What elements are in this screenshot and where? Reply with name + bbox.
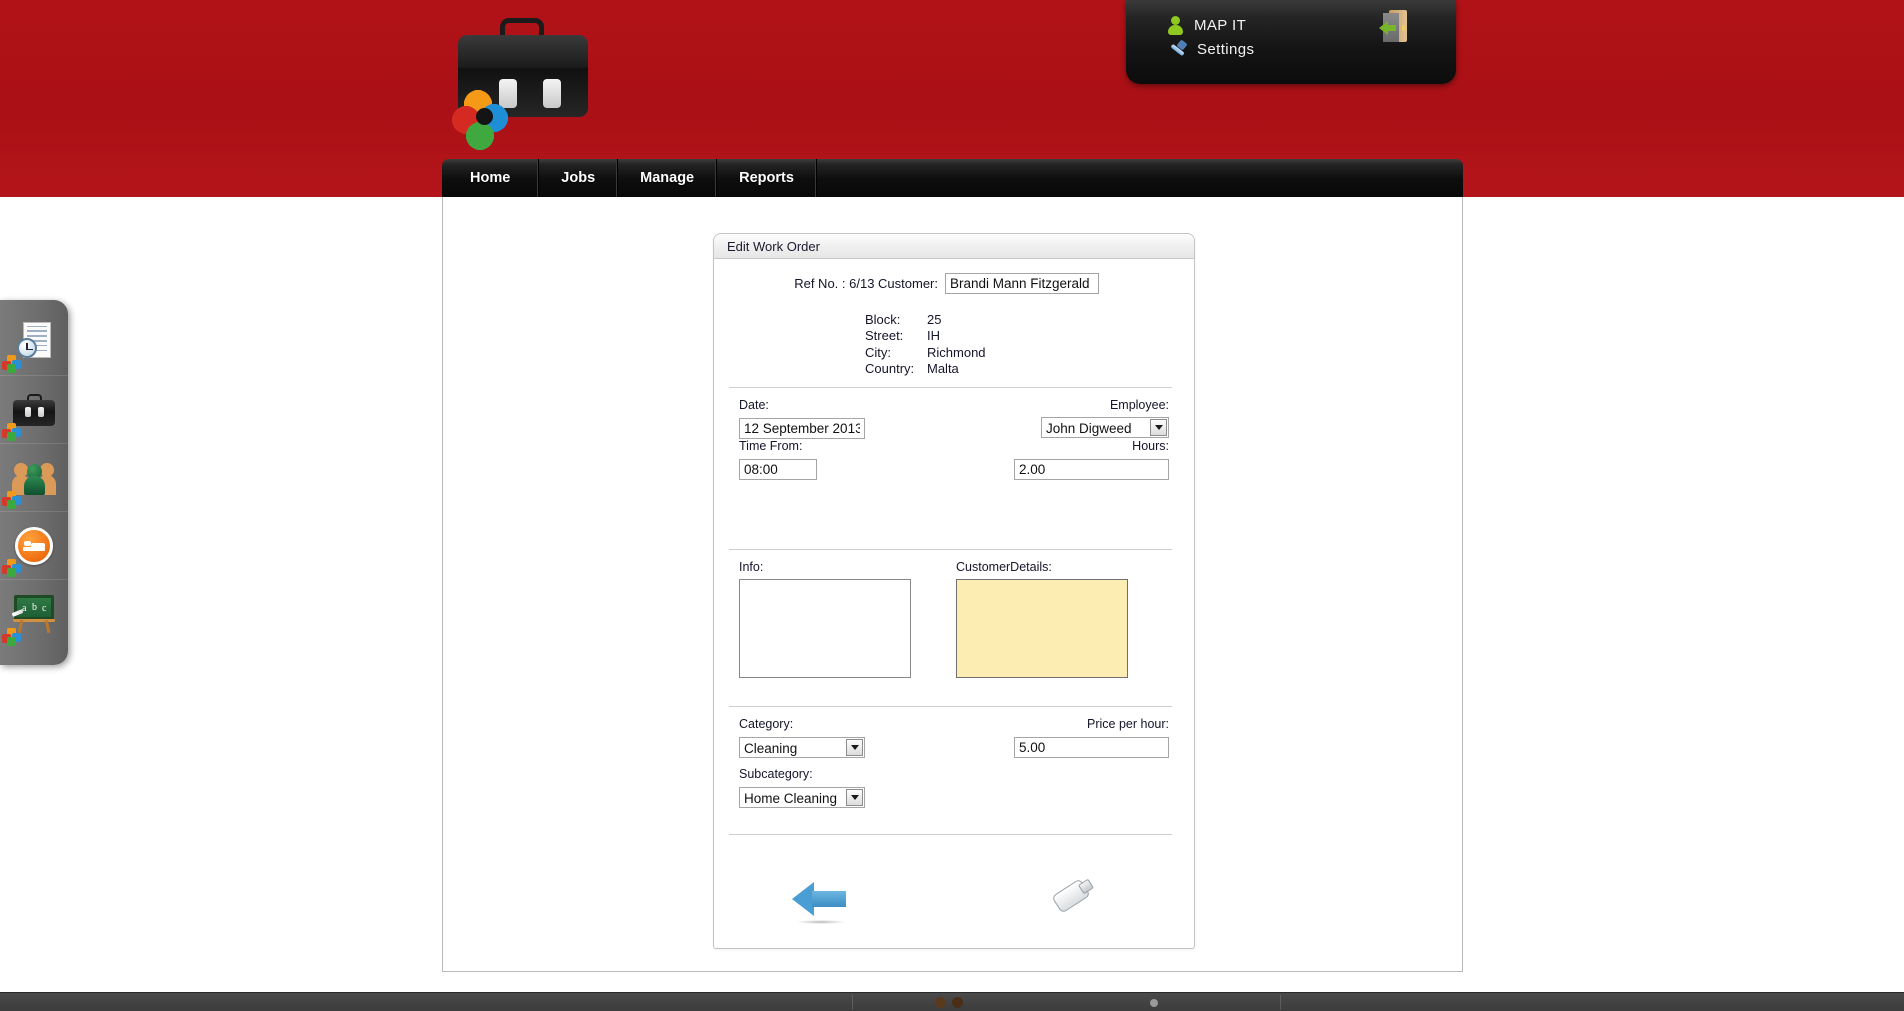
- back-arrow-icon: [792, 882, 814, 916]
- board-letter: c: [42, 603, 47, 614]
- gear-hub: [476, 108, 493, 125]
- chevron-down-icon[interactable]: [846, 739, 863, 756]
- nav-label: Manage: [640, 170, 695, 186]
- taskbar-icon[interactable]: [952, 997, 963, 1008]
- category-select[interactable]: Cleaning: [739, 737, 865, 758]
- dock-item-accommodation[interactable]: [0, 512, 68, 580]
- taskbar-separator: [1280, 995, 1281, 1010]
- divider-pricing: [729, 706, 1172, 707]
- dock-item-timesheets[interactable]: [0, 308, 68, 376]
- dock-item-jobs[interactable]: [0, 376, 68, 444]
- address-value: Malta: [927, 360, 959, 376]
- price-per-hour-input[interactable]: [1014, 737, 1169, 758]
- briefcase-clasp-right: [543, 79, 561, 108]
- board-letter: b: [32, 602, 37, 613]
- info-label: Info:: [739, 560, 764, 574]
- address-key: Street:: [865, 328, 904, 344]
- gear-green-icon: [466, 122, 494, 150]
- address-key: Block:: [865, 312, 901, 327]
- nav-item-jobs[interactable]: Jobs: [539, 159, 619, 197]
- user-actions-panel: MAP IT Settings: [1126, 0, 1456, 84]
- card-title: Edit Work Order: [714, 234, 1194, 259]
- date-label: Date:: [739, 398, 769, 412]
- settings-link[interactable]: Settings: [1168, 39, 1255, 58]
- wrench-icon: [1168, 39, 1188, 58]
- map-it-label: MAP IT: [1194, 17, 1247, 34]
- nav-label: Jobs: [561, 170, 596, 186]
- address-key: City:: [865, 344, 891, 360]
- hours-input[interactable]: [1014, 459, 1169, 480]
- price-per-hour-label: Price per hour:: [1087, 717, 1169, 731]
- address-row: Street: IH: [865, 328, 1194, 344]
- customer-input[interactable]: [945, 273, 1099, 294]
- hours-label: Hours:: [1132, 439, 1169, 453]
- ref-customer-row: Ref No. : 6/13 Customer:: [714, 259, 1194, 294]
- card-body: Ref No. : 6/13 Customer: Block: 25 Stree…: [714, 259, 1194, 948]
- info-textarea[interactable]: [739, 579, 911, 678]
- customer-details-label: CustomerDetails:: [956, 560, 1052, 574]
- briefcase-icon: [13, 393, 55, 426]
- address-row: Country: Malta: [865, 361, 1194, 377]
- gears-badge-icon: [2, 559, 24, 577]
- time-from-label: Time From:: [739, 439, 803, 453]
- divider-actions: [729, 834, 1172, 835]
- taskbar-icon[interactable]: [935, 997, 946, 1008]
- gears-badge-icon: [2, 491, 24, 509]
- customer-address: Block: 25 Street: IH City: Richmond Coun…: [865, 312, 1194, 377]
- nav-item-home[interactable]: Home: [442, 159, 540, 197]
- back-button[interactable]: [792, 876, 848, 924]
- taskbar-icon[interactable]: [1150, 999, 1158, 1007]
- time-from-input[interactable]: [739, 459, 817, 480]
- chevron-down-icon[interactable]: [846, 789, 863, 806]
- person-icon: [1168, 16, 1183, 35]
- left-dock: a b c: [0, 300, 68, 665]
- logout-button[interactable]: [1379, 10, 1413, 44]
- category-label: Category:: [739, 717, 794, 731]
- map-it-link[interactable]: MAP IT: [1168, 16, 1246, 35]
- briefcase-gears-logo: [452, 18, 592, 150]
- people-icon: [12, 461, 56, 495]
- gears-badge-icon: [2, 423, 24, 441]
- address-value: IH: [927, 328, 940, 344]
- address-key: Country:: [865, 360, 915, 376]
- nav-label: Reports: [739, 170, 794, 186]
- card-title-text: Edit Work Order: [727, 238, 820, 254]
- divider-notes: [729, 549, 1172, 550]
- nav-item-manage[interactable]: Manage: [618, 159, 718, 197]
- nav-label: Home: [470, 170, 511, 186]
- address-row: City: Richmond: [865, 345, 1194, 361]
- address-row: Block: 25: [865, 312, 1194, 328]
- chevron-down-icon[interactable]: [1150, 419, 1167, 436]
- ref-no-label: Ref No. : 6/13 Customer:: [794, 276, 938, 291]
- os-taskbar[interactable]: [0, 992, 1904, 1011]
- gears-badge-icon: [2, 355, 24, 373]
- subcategory-select[interactable]: Home Cleaning: [739, 787, 865, 808]
- gears-badge-icon: [2, 628, 24, 646]
- save-button[interactable]: [1050, 876, 1096, 922]
- address-value: Richmond: [927, 344, 986, 360]
- date-input[interactable]: [739, 418, 865, 439]
- customer-details-textarea[interactable]: [956, 579, 1128, 678]
- settings-label: Settings: [1197, 40, 1255, 58]
- nav-item-reports[interactable]: Reports: [717, 159, 817, 197]
- edit-work-order-card: Edit Work Order Ref No. : 6/13 Customer:…: [713, 233, 1195, 949]
- dock-item-customers[interactable]: [0, 444, 68, 512]
- divider-schedule: [729, 387, 1172, 388]
- main-navigation: Home Jobs Manage Reports: [442, 159, 1463, 197]
- employee-label: Employee:: [1109, 398, 1169, 412]
- address-value: 25: [927, 312, 942, 327]
- employee-select[interactable]: John Digweed: [1041, 417, 1169, 438]
- content-panel: Edit Work Order Ref No. : 6/13 Customer:…: [442, 197, 1463, 972]
- taskbar-separator: [852, 995, 853, 1010]
- dock-item-training[interactable]: a b c: [0, 580, 68, 648]
- subcategory-label: Subcategory:: [739, 767, 813, 781]
- briefcase-clasp-left: [499, 79, 517, 108]
